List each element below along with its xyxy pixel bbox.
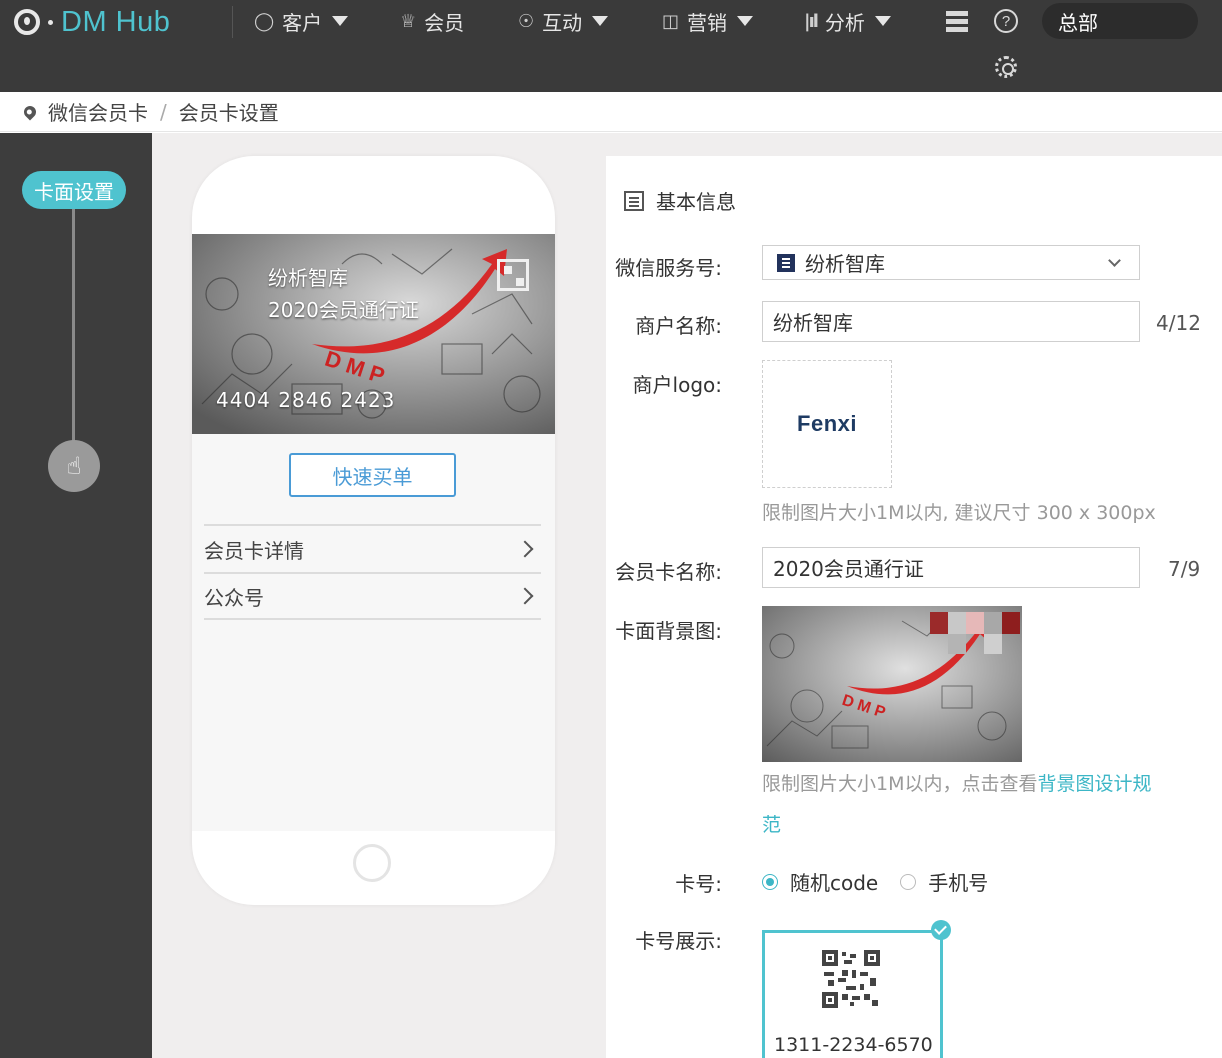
card-number: 4404 2846 2423 xyxy=(216,388,396,412)
card-display-number: 1311-2234-6570 xyxy=(774,1034,933,1056)
caret-down-icon xyxy=(332,16,349,26)
home-button xyxy=(353,844,391,882)
fenxi-logo: Fenxi xyxy=(797,411,857,436)
card-background-upload[interactable]: D M P xyxy=(762,606,1022,762)
nav-item-label: 会员 xyxy=(424,10,465,35)
step-touch-icon[interactable]: ☝ xyxy=(48,440,100,492)
nav-item-label: 互动 xyxy=(542,10,583,35)
merchant-name-input[interactable]: 纷析智库 xyxy=(762,301,1140,342)
label-card-background: 卡面背景图: xyxy=(615,619,722,643)
breadcrumb: 微信会员卡 / 会员卡设置 xyxy=(0,92,1222,132)
logo-mark-icon xyxy=(14,9,40,35)
navbar-divider xyxy=(232,6,233,38)
check-icon xyxy=(931,920,951,940)
card-name-input[interactable]: 2020会员通行证 xyxy=(762,547,1140,588)
breadcrumb-separator: / xyxy=(160,99,167,124)
user-icon: ◯ xyxy=(254,10,275,32)
row-card-details[interactable]: 会员卡详情 xyxy=(204,524,541,572)
section-title: 基本信息 xyxy=(624,186,736,215)
phone-preview: D M P 纷析智库 2020会员通行证 4404 2846 2423 快速买单… xyxy=(192,156,555,905)
step-connector xyxy=(72,209,75,447)
step-card-face[interactable]: 卡面设置 xyxy=(22,171,126,209)
caret-down-icon xyxy=(874,16,891,26)
option-phone[interactable]: 手机号 xyxy=(928,867,988,896)
top-navbar: DM Hub ◯ 客户 ♕ 会员 ☉ 互动 ◫ 营销 |ıl 分析 ? 总部 xyxy=(0,0,1222,92)
interaction-icon: ☉ xyxy=(518,10,535,32)
crown-icon: ♕ xyxy=(400,10,417,32)
card-brand: 纷析智库 xyxy=(268,266,348,290)
breadcrumb-parent[interactable]: 微信会员卡 xyxy=(48,97,148,126)
settings-gear-icon[interactable] xyxy=(995,56,1017,78)
nav-item-marketing[interactable]: ◫ 营销 xyxy=(662,6,754,36)
app-grid-icon[interactable] xyxy=(946,11,968,33)
nav-item-label: 分析 xyxy=(824,10,865,35)
qr-code-icon xyxy=(497,259,529,291)
form-icon xyxy=(624,190,644,211)
phone-screen: D M P 纷析智库 2020会员通行证 4404 2846 2423 快速买单… xyxy=(192,234,555,831)
gift-icon: ◫ xyxy=(662,10,680,32)
breadcrumb-current: 会员卡设置 xyxy=(178,101,279,125)
row-official-account[interactable]: 公众号 xyxy=(204,572,541,620)
label-card-number: 卡号: xyxy=(675,872,722,896)
design-guide-link[interactable]: 背景图设计规 xyxy=(1037,773,1151,795)
org-switcher[interactable]: 总部 xyxy=(1042,3,1198,39)
help-icon[interactable]: ? xyxy=(994,9,1018,33)
label-service-account: 微信服务号: xyxy=(615,256,722,280)
qr-code-icon xyxy=(822,950,880,1008)
card-number-options: 随机code 手机号 xyxy=(762,867,988,896)
logo-text: DM Hub xyxy=(61,5,171,38)
label-merchant-name: 商户名称: xyxy=(635,314,722,338)
caret-down-icon xyxy=(737,16,754,26)
select-value: 纷析智库 xyxy=(805,252,885,276)
background-hint-cont: 范 xyxy=(762,810,781,837)
chevron-right-icon xyxy=(516,540,534,558)
account-icon xyxy=(777,253,795,272)
card-name-counter: 7/9 xyxy=(1168,557,1201,581)
background-thumbnail: D M P xyxy=(762,606,1022,762)
nav-item-interaction[interactable]: ☉ 互动 xyxy=(518,6,609,36)
chevron-down-icon xyxy=(1108,254,1121,267)
row-label: 会员卡详情 xyxy=(204,538,304,563)
radio-phone[interactable] xyxy=(900,873,917,890)
logo-hint: 限制图片大小1M以内, 建议尺寸 300 x 300px xyxy=(762,502,1156,524)
nav-item-member[interactable]: ♕ 会员 xyxy=(400,6,464,36)
background-hint: 限制图片大小1M以内，点击查看背景图设计规 xyxy=(762,773,1152,795)
label-merchant-logo: 商户logo: xyxy=(632,373,722,397)
design-guide-link-cont[interactable]: 范 xyxy=(762,814,781,836)
merchant-logo-upload[interactable]: Fenxi xyxy=(762,360,892,488)
service-account-select[interactable]: 纷析智库 xyxy=(762,245,1140,280)
location-pin-icon xyxy=(21,103,39,120)
row-label: 公众号 xyxy=(204,585,264,610)
radio-random-code[interactable] xyxy=(762,873,778,890)
logo-dot xyxy=(48,19,53,25)
chevron-right-icon xyxy=(516,587,534,605)
nav-item-label: 客户 xyxy=(282,10,323,35)
card-preview-image: D M P 纷析智库 2020会员通行证 4404 2846 2423 xyxy=(192,234,555,434)
nav-item-label: 营销 xyxy=(687,10,728,35)
caret-down-icon xyxy=(592,16,609,26)
step-rail: 卡面设置 ☝ xyxy=(0,133,152,1058)
merchant-name-counter: 4/12 xyxy=(1156,311,1201,335)
app-logo[interactable]: DM Hub xyxy=(14,4,170,40)
quick-buy-button[interactable]: 快速买单 xyxy=(289,453,456,497)
card-name: 2020会员通行证 xyxy=(268,298,419,322)
nav-item-analytics[interactable]: |ıl 分析 xyxy=(804,6,891,36)
nav-item-customer[interactable]: ◯ 客户 xyxy=(254,6,349,36)
label-card-name: 会员卡名称: xyxy=(615,560,722,584)
option-random-code[interactable]: 随机code xyxy=(790,867,878,896)
section-title-text: 基本信息 xyxy=(656,190,736,214)
bar-chart-icon: |ıl xyxy=(804,10,819,32)
label-card-display: 卡号展示: xyxy=(635,929,722,953)
